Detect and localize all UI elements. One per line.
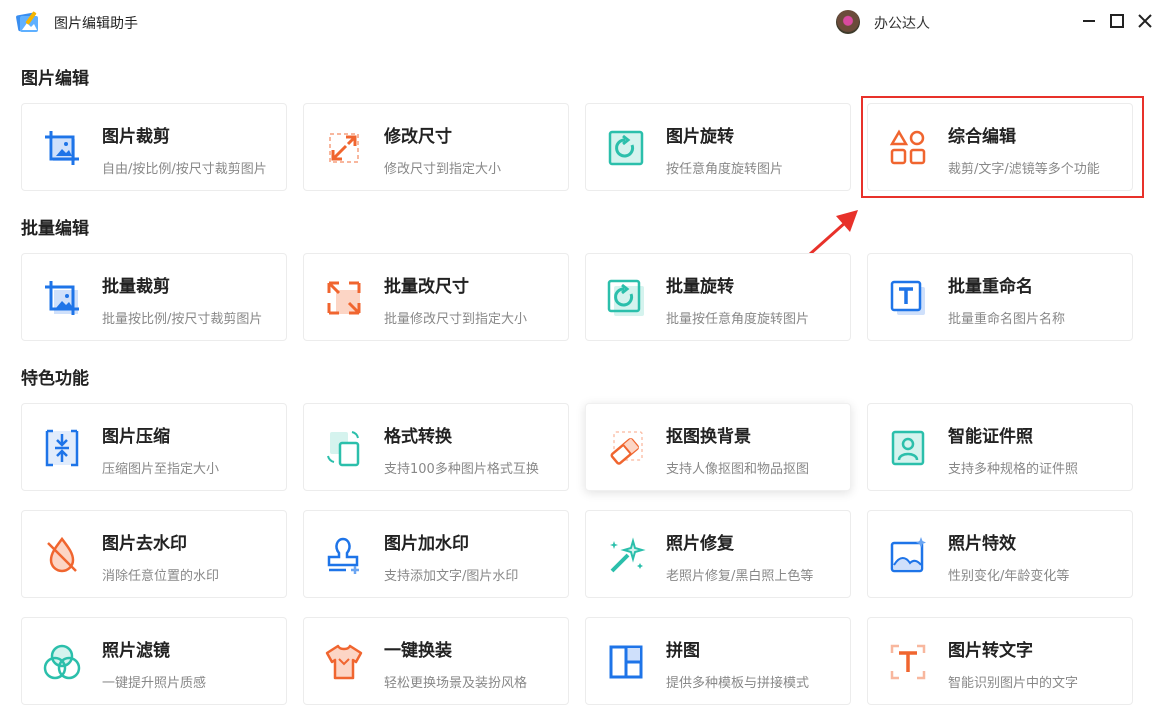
card-desc: 性别变化/年龄变化等 [948,569,1070,584]
card-crop[interactable]: 图片裁剪 自由/按比例/按尺寸裁剪图片 [21,103,287,191]
card-title: 照片特效 [948,534,1016,554]
card-format-convert[interactable]: 格式转换 支持100多种图片格式互换 [303,403,569,491]
ocr-icon [890,644,926,680]
card-id-photo[interactable]: 智能证件照 支持多种规格的证件照 [867,403,1133,491]
crop-icon [45,131,79,165]
card-desc: 压缩图片至指定大小 [102,462,220,477]
card-desc: 支持人像抠图和物品抠图 [666,462,810,477]
card-desc: 老照片修复/黑白照上色等 [666,569,814,584]
image-effect-icon [890,537,926,573]
card-title: 图片去水印 [102,534,187,554]
card-batch-rotate[interactable]: 批量旋转 批量按任意角度旋转图片 [585,253,851,341]
card-desc: 支持添加文字/图片水印 [384,569,519,584]
card-remove-watermark[interactable]: 图片去水印 消除任意位置的水印 [21,510,287,598]
card-add-watermark[interactable]: 图片加水印 支持添加文字/图片水印 [303,510,569,598]
batch-resize-icon [327,281,361,315]
card-desc: 智能识别图片中的文字 [948,676,1079,691]
magic-wand-icon [610,537,646,573]
card-title: 图片转文字 [948,641,1033,661]
highlight-box [861,96,1144,198]
shirt-icon [325,644,363,680]
card-remove-background[interactable]: 抠图换背景 支持人像抠图和物品抠图 [585,403,851,491]
card-desc: 批量修改尺寸到指定大小 [384,312,528,327]
card-desc: 批量重命名图片名称 [948,312,1066,327]
card-outfit-change[interactable]: 一键换装 轻松更换场景及装扮风格 [303,617,569,705]
card-desc: 批量按任意角度旋转图片 [666,312,810,327]
card-desc: 修改尺寸到指定大小 [384,162,502,177]
card-title: 图片裁剪 [102,127,170,147]
app-logo-icon [16,11,38,32]
card-title: 批量旋转 [666,277,734,297]
batch-crop-icon [45,281,79,315]
card-title: 照片滤镜 [102,641,170,661]
card-desc: 支持多种规格的证件照 [948,462,1079,477]
card-title: 照片修复 [666,534,734,554]
card-title: 图片旋转 [666,127,734,147]
user-name[interactable]: 办公达人 [874,13,930,33]
maximize-icon[interactable] [1106,10,1128,32]
card-compress[interactable]: 图片压缩 压缩图片至指定大小 [21,403,287,491]
section-title-batch-edit: 批量编辑 [21,219,89,239]
card-title: 批量重命名 [948,277,1033,297]
minimize-icon[interactable] [1078,10,1100,32]
card-title: 抠图换背景 [666,427,751,447]
card-title: 格式转换 [384,427,452,447]
section-title-features: 特色功能 [21,369,89,389]
rotate-icon [608,130,644,166]
collage-icon [609,645,643,679]
card-title: 图片加水印 [384,534,469,554]
filter-icon [43,644,81,680]
avatar[interactable] [836,10,860,34]
compress-icon [45,429,79,467]
card-title: 批量裁剪 [102,277,170,297]
card-rotate[interactable]: 图片旋转 按任意角度旋转图片 [585,103,851,191]
section-title-image-edit: 图片编辑 [21,69,89,89]
title-bar: 图片编辑助手 办公达人 [0,0,1170,44]
resize-icon [329,133,359,163]
no-watermark-icon [47,536,77,573]
card-photo-filter[interactable]: 照片滤镜 一键提升照片质感 [21,617,287,705]
card-desc: 轻松更换场景及装扮风格 [384,676,528,691]
card-title: 一键换装 [384,641,452,661]
batch-rotate-icon [607,279,644,316]
card-batch-crop[interactable]: 批量裁剪 批量按比例/按尺寸裁剪图片 [21,253,287,341]
card-title: 拼图 [666,641,700,661]
format-convert-icon [327,431,360,467]
card-resize[interactable]: 修改尺寸 修改尺寸到指定大小 [303,103,569,191]
card-collage[interactable]: 拼图 提供多种模板与拼接模式 [585,617,851,705]
card-desc: 自由/按比例/按尺寸裁剪图片 [102,162,267,177]
card-title: 图片压缩 [102,427,170,447]
close-icon[interactable] [1134,10,1156,32]
card-title: 智能证件照 [948,427,1033,447]
card-photo-repair[interactable]: 照片修复 老照片修复/黑白照上色等 [585,510,851,598]
card-title: 批量改尺寸 [384,277,469,297]
card-title: 修改尺寸 [384,127,452,147]
card-desc: 批量按比例/按尺寸裁剪图片 [102,312,263,327]
stamp-icon [327,537,359,574]
card-batch-resize[interactable]: 批量改尺寸 批量修改尺寸到指定大小 [303,253,569,341]
id-photo-icon [891,430,925,466]
app-title: 图片编辑助手 [54,16,138,32]
card-desc: 一键提升照片质感 [102,676,207,691]
card-photo-effect[interactable]: 照片特效 性别变化/年龄变化等 [867,510,1133,598]
card-desc: 按任意角度旋转图片 [666,162,784,177]
card-desc: 提供多种模板与拼接模式 [666,676,810,691]
rename-icon [890,280,925,315]
card-batch-rename[interactable]: 批量重命名 批量重命名图片名称 [867,253,1133,341]
card-image-to-text[interactable]: 图片转文字 智能识别图片中的文字 [867,617,1133,705]
card-desc: 消除任意位置的水印 [102,569,220,584]
card-desc: 支持100多种图片格式互换 [384,462,539,477]
eraser-icon [610,431,643,465]
